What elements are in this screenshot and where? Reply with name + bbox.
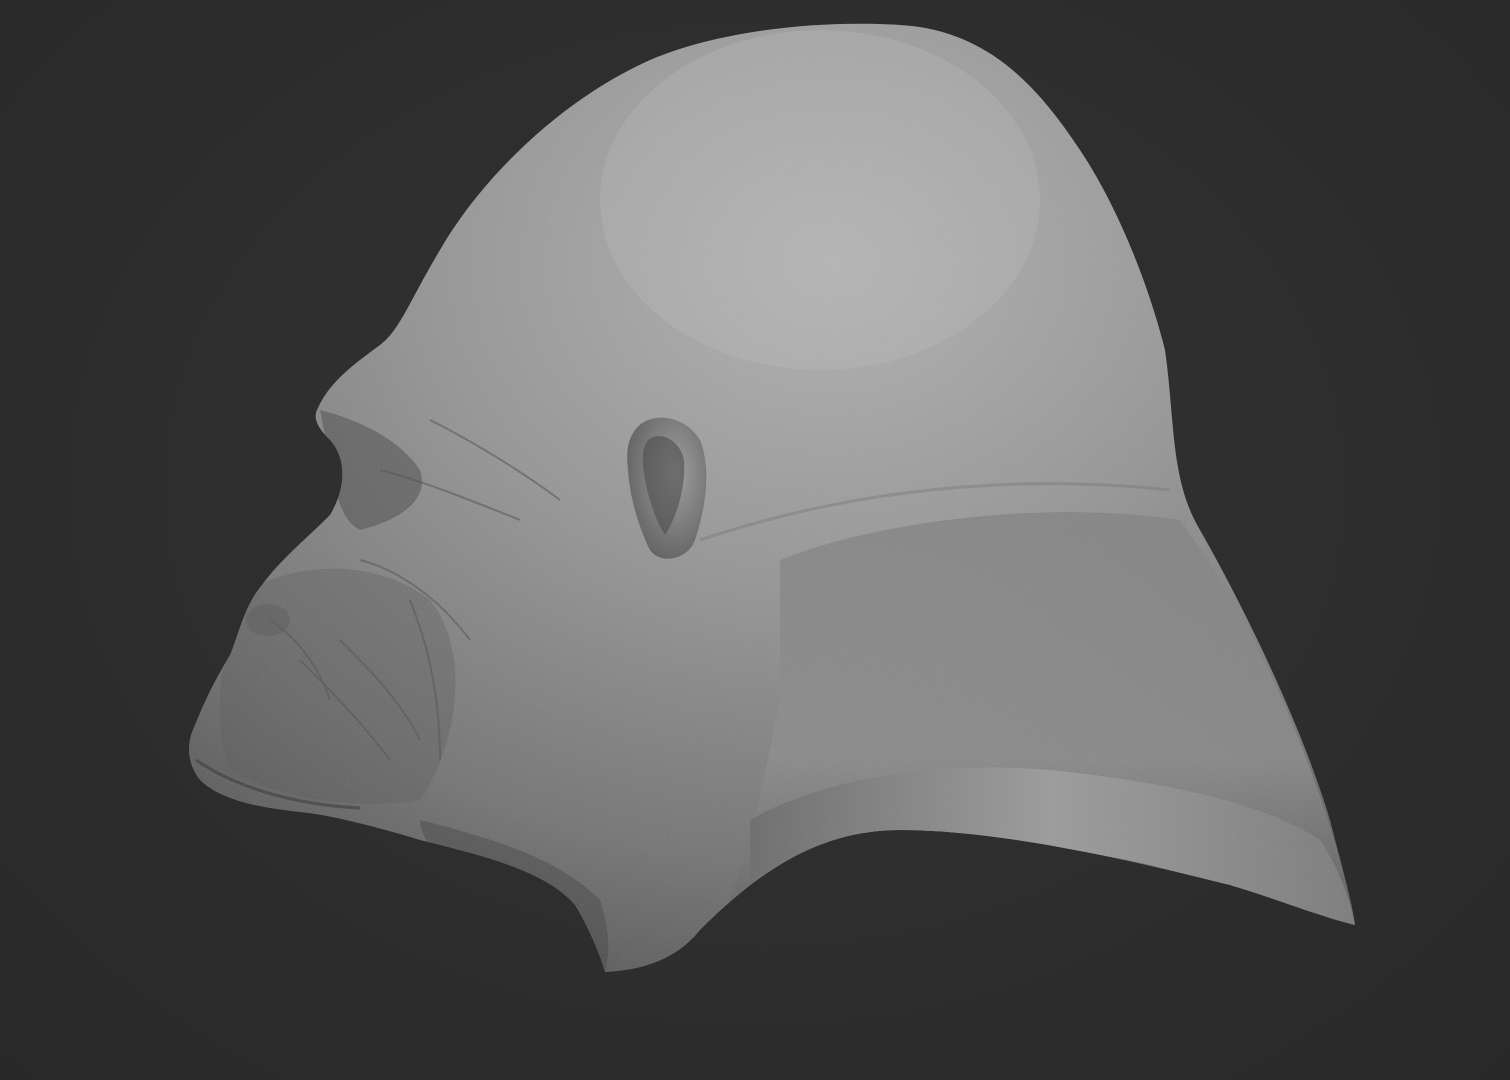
sculpt-viewport[interactable]: [0, 0, 1510, 1080]
gorilla-head-sculpt: [188, 23, 1355, 973]
skin-texture: [188, 23, 1355, 973]
